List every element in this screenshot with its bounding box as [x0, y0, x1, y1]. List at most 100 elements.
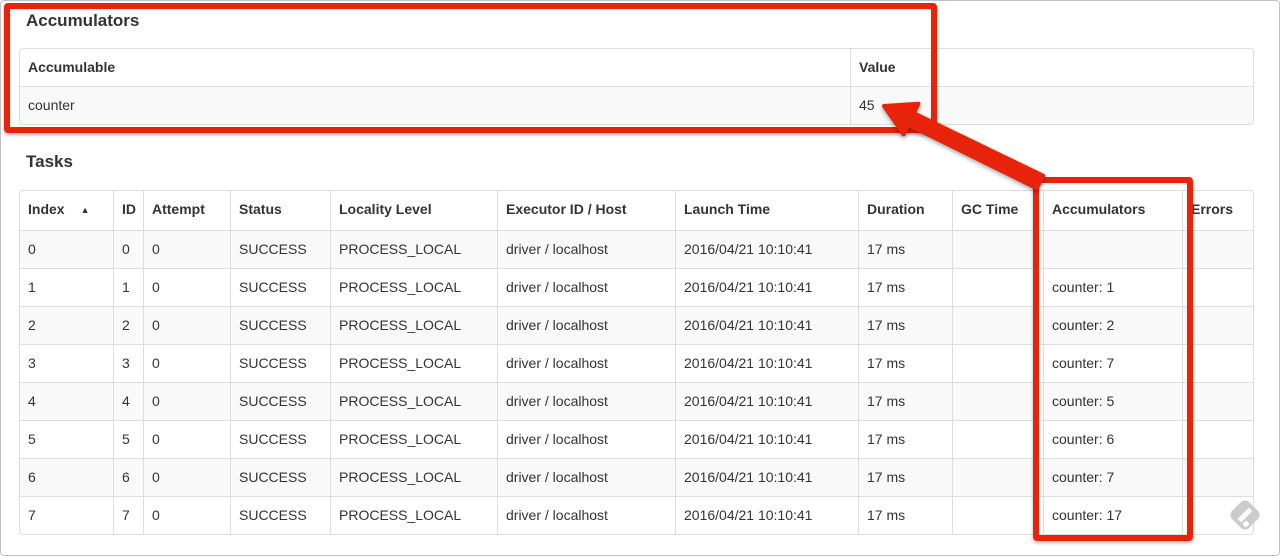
- cell-errors: [1183, 345, 1253, 383]
- cell-errors: [1183, 459, 1253, 497]
- cell-attempt: 0: [144, 307, 231, 345]
- task-row: 3 3 0 SUCCESS PROCESS_LOCAL driver / loc…: [20, 345, 1253, 383]
- cell-accumulators: counter: 5: [1044, 383, 1183, 421]
- cell-id: 2: [114, 307, 144, 345]
- cell-id: 7: [114, 497, 144, 534]
- task-row: 1 1 0 SUCCESS PROCESS_LOCAL driver / loc…: [20, 269, 1253, 307]
- cell-duration: 17 ms: [859, 383, 953, 421]
- cell-launch-time: 2016/04/21 10:10:41: [676, 383, 859, 421]
- cell-id: 1: [114, 269, 144, 307]
- cell-attempt: 0: [144, 421, 231, 459]
- cell-errors: [1183, 497, 1253, 534]
- cell-locality-level: PROCESS_LOCAL: [331, 459, 498, 497]
- cell-locality-level: PROCESS_LOCAL: [331, 497, 498, 534]
- cell-locality-level: PROCESS_LOCAL: [331, 231, 498, 269]
- col-header-locality-level[interactable]: Locality Level: [331, 191, 498, 231]
- col-header-errors[interactable]: Errors: [1183, 191, 1253, 231]
- cell-duration: 17 ms: [859, 307, 953, 345]
- cell-gc-time: [953, 459, 1044, 497]
- accumulators-section-title: Accumulators: [26, 11, 140, 30]
- cell-errors: [1183, 231, 1253, 269]
- cell-executor-host: driver / localhost: [498, 497, 676, 534]
- tasks-section-title: Tasks: [26, 152, 73, 171]
- cell-index: 1: [20, 269, 114, 307]
- col-header-accumulable[interactable]: Accumulable: [20, 49, 851, 87]
- task-row: 4 4 0 SUCCESS PROCESS_LOCAL driver / loc…: [20, 383, 1253, 421]
- cell-gc-time: [953, 497, 1044, 534]
- cell-errors: [1183, 383, 1253, 421]
- cell-launch-time: 2016/04/21 10:10:41: [676, 345, 859, 383]
- cell-duration: 17 ms: [859, 269, 953, 307]
- cell-executor-host: driver / localhost: [498, 231, 676, 269]
- cell-launch-time: 2016/04/21 10:10:41: [676, 497, 859, 534]
- cell-gc-time: [953, 307, 1044, 345]
- cell-accumulators: counter: 17: [1044, 497, 1183, 534]
- cell-accumulators: [1044, 231, 1183, 269]
- cell-attempt: 0: [144, 497, 231, 534]
- sort-asc-icon: ▲: [80, 205, 90, 215]
- cell-launch-time: 2016/04/21 10:10:41: [676, 459, 859, 497]
- cell-gc-time: [953, 383, 1044, 421]
- cell-locality-level: PROCESS_LOCAL: [331, 307, 498, 345]
- cell-status: SUCCESS: [231, 497, 331, 534]
- task-row: 2 2 0 SUCCESS PROCESS_LOCAL driver / loc…: [20, 307, 1253, 345]
- col-header-attempt[interactable]: Attempt: [144, 191, 231, 231]
- cell-attempt: 0: [144, 459, 231, 497]
- cell-accumulators: counter: 7: [1044, 345, 1183, 383]
- col-header-duration[interactable]: Duration: [859, 191, 953, 231]
- cell-errors: [1183, 307, 1253, 345]
- cell-duration: 17 ms: [859, 497, 953, 534]
- col-header-value[interactable]: Value: [851, 49, 1253, 87]
- task-row: 0 0 0 SUCCESS PROCESS_LOCAL driver / loc…: [20, 231, 1253, 269]
- tasks-table: Index ▲ ID Attempt Status Locality Level …: [19, 190, 1254, 535]
- cell-status: SUCCESS: [231, 231, 331, 269]
- col-header-gc-time[interactable]: GC Time: [953, 191, 1044, 231]
- cell-accumulable-name: counter: [20, 87, 851, 124]
- col-header-executor-host[interactable]: Executor ID / Host: [498, 191, 676, 231]
- cell-locality-level: PROCESS_LOCAL: [331, 383, 498, 421]
- col-header-accumulators[interactable]: Accumulators: [1044, 191, 1183, 231]
- cell-status: SUCCESS: [231, 345, 331, 383]
- accumulators-header-row: Accumulable Value: [20, 49, 1253, 87]
- accumulator-row: counter 45: [20, 87, 1253, 124]
- cell-id: 3: [114, 345, 144, 383]
- cell-executor-host: driver / localhost: [498, 383, 676, 421]
- cell-gc-time: [953, 421, 1044, 459]
- cell-attempt: 0: [144, 231, 231, 269]
- cell-status: SUCCESS: [231, 307, 331, 345]
- task-row: 7 7 0 SUCCESS PROCESS_LOCAL driver / loc…: [20, 497, 1253, 534]
- cell-executor-host: driver / localhost: [498, 421, 676, 459]
- col-header-index[interactable]: Index ▲: [20, 191, 114, 231]
- cell-duration: 17 ms: [859, 459, 953, 497]
- cell-accumulators: counter: 7: [1044, 459, 1183, 497]
- cell-status: SUCCESS: [231, 459, 331, 497]
- cell-index: 0: [20, 231, 114, 269]
- cell-gc-time: [953, 345, 1044, 383]
- cell-index: 7: [20, 497, 114, 534]
- cell-locality-level: PROCESS_LOCAL: [331, 421, 498, 459]
- cell-accumulable-value: 45: [851, 87, 1253, 124]
- cell-attempt: 0: [144, 383, 231, 421]
- cell-locality-level: PROCESS_LOCAL: [331, 345, 498, 383]
- cell-status: SUCCESS: [231, 269, 331, 307]
- cell-launch-time: 2016/04/21 10:10:41: [676, 307, 859, 345]
- cell-errors: [1183, 421, 1253, 459]
- col-header-launch-time[interactable]: Launch Time: [676, 191, 859, 231]
- cell-duration: 17 ms: [859, 231, 953, 269]
- cell-accumulators: counter: 2: [1044, 307, 1183, 345]
- col-header-id[interactable]: ID: [114, 191, 144, 231]
- cell-errors: [1183, 269, 1253, 307]
- cell-status: SUCCESS: [231, 421, 331, 459]
- cell-launch-time: 2016/04/21 10:10:41: [676, 269, 859, 307]
- cell-status: SUCCESS: [231, 383, 331, 421]
- tasks-header-row: Index ▲ ID Attempt Status Locality Level …: [20, 191, 1253, 231]
- task-row: 5 5 0 SUCCESS PROCESS_LOCAL driver / loc…: [20, 421, 1253, 459]
- cell-id: 5: [114, 421, 144, 459]
- cell-attempt: 0: [144, 269, 231, 307]
- cell-executor-host: driver / localhost: [498, 269, 676, 307]
- col-header-status[interactable]: Status: [231, 191, 331, 231]
- col-header-index-label: Index: [28, 201, 65, 217]
- cell-duration: 17 ms: [859, 345, 953, 383]
- cell-executor-host: driver / localhost: [498, 345, 676, 383]
- cell-id: 0: [114, 231, 144, 269]
